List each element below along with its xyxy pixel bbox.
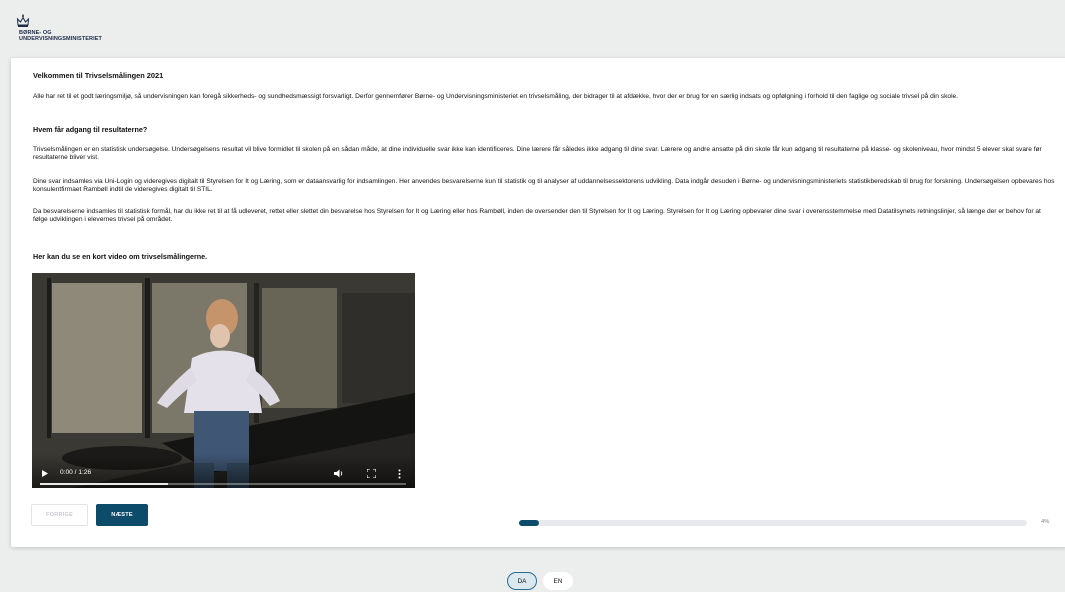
language-en-button[interactable]: EN xyxy=(543,572,573,590)
access-paragraph-1: Trivselsmålingen er en statistisk unders… xyxy=(33,146,1042,162)
language-da-button[interactable]: DA xyxy=(507,572,537,590)
crown-logo-icon xyxy=(16,14,30,27)
survey-card: Velkommen til Trivselsmålingen 2021 Alle… xyxy=(11,58,1065,547)
video-controls: 0:00 / 1:26 xyxy=(32,454,415,488)
intro-paragraph: Alle har ret til et godt læringsmiljø, s… xyxy=(33,93,959,100)
video-time: 0:00 / 1:26 xyxy=(60,469,92,476)
ministry-logo-text: BØRNE- OG UNDERVISNINGSMINISTERIET xyxy=(19,30,102,42)
access-heading: Hvem får adgang til resultaterne? xyxy=(33,125,148,134)
video-heading: Her kan du se en kort video om trivselsm… xyxy=(33,252,208,261)
video-seek-bar[interactable] xyxy=(40,483,406,485)
play-icon[interactable] xyxy=(42,470,48,477)
progress-fill xyxy=(519,520,540,526)
more-options-icon[interactable] xyxy=(398,469,401,479)
progress-bar xyxy=(519,520,1027,526)
header: BØRNE- OG UNDERVISNINGSMINISTERIET xyxy=(0,0,1065,56)
video-player[interactable]: 0:00 / 1:26 xyxy=(32,273,415,488)
access-paragraph-3: Da besvarelserne indsamles til statistis… xyxy=(33,208,1041,224)
page-title: Velkommen til Trivselsmålingen 2021 xyxy=(33,71,164,80)
next-button[interactable]: NÆSTE xyxy=(96,504,148,526)
fullscreen-icon[interactable] xyxy=(367,469,376,478)
access-paragraph-2: Dine svar indsamles via Uni-Login og vid… xyxy=(33,178,1055,194)
video-seek-fill xyxy=(40,483,169,485)
logo-line-2: UNDERVISNINGSMINISTERIET xyxy=(19,36,102,42)
previous-button[interactable]: FORRIGE xyxy=(31,504,88,526)
volume-icon[interactable] xyxy=(334,469,344,478)
progress-percent: 4% xyxy=(1041,519,1050,525)
